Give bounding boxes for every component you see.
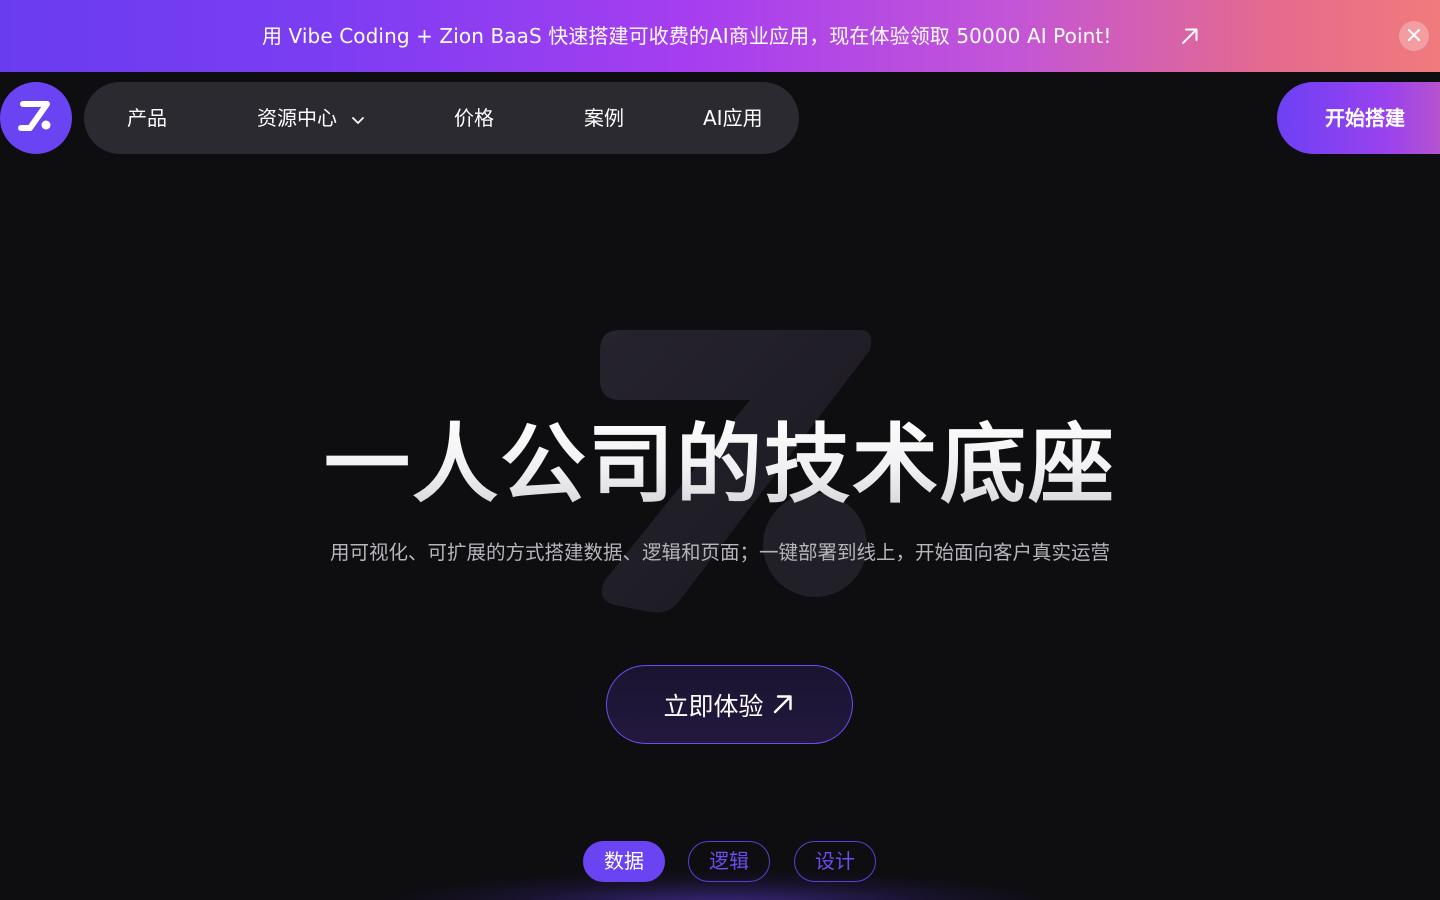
- tab-data[interactable]: 数据: [583, 841, 665, 882]
- try-now-label: 立即体验: [663, 691, 764, 721]
- nav-item-pricing[interactable]: 价格: [454, 82, 494, 154]
- nav-item-product[interactable]: 产品: [127, 82, 167, 154]
- hero-title: 一人公司的技术底座: [0, 410, 1440, 520]
- try-now-button[interactable]: 立即体验: [606, 665, 853, 744]
- nav-item-label: 产品: [127, 106, 167, 130]
- zion-logo-icon: [16, 96, 56, 140]
- start-building-button[interactable]: 开始搭建: [1277, 82, 1440, 154]
- close-button[interactable]: [1399, 21, 1429, 51]
- arrow-up-right-icon[interactable]: [1178, 24, 1202, 48]
- nav-item-ai-apps[interactable]: AI应用: [703, 82, 763, 154]
- nav-item-label: 案例: [584, 106, 624, 130]
- start-building-label: 开始搭建: [1325, 106, 1405, 130]
- nav-item-resources[interactable]: 资源中心: [257, 82, 365, 154]
- tab-design[interactable]: 设计: [794, 841, 876, 882]
- tab-logic[interactable]: 逻辑: [688, 841, 770, 882]
- close-icon: [1407, 27, 1421, 46]
- logo-button[interactable]: [0, 82, 72, 154]
- promo-text[interactable]: 用 Vibe Coding + Zion BaaS 快速搭建可收费的AI商业应用…: [262, 22, 1111, 50]
- arrow-up-right-icon: [770, 691, 796, 721]
- nav-item-label: 资源中心: [257, 106, 337, 130]
- nav-item-cases[interactable]: 案例: [584, 82, 624, 154]
- main-nav: 产品 资源中心 价格 案例 AI应用: [84, 82, 799, 154]
- nav-item-label: 价格: [454, 106, 494, 130]
- nav-item-label: AI应用: [703, 106, 763, 130]
- chevron-down-icon: [351, 82, 365, 154]
- promo-banner[interactable]: 用 Vibe Coding + Zion BaaS 快速搭建可收费的AI商业应用…: [0, 0, 1440, 72]
- hero-subtitle: 用可视化、可扩展的方式搭建数据、逻辑和页面；一键部署到线上，开始面向客户真实运营: [329, 541, 1110, 564]
- page: 用 Vibe Coding + Zion BaaS 快速搭建可收费的AI商业应用…: [0, 0, 1440, 900]
